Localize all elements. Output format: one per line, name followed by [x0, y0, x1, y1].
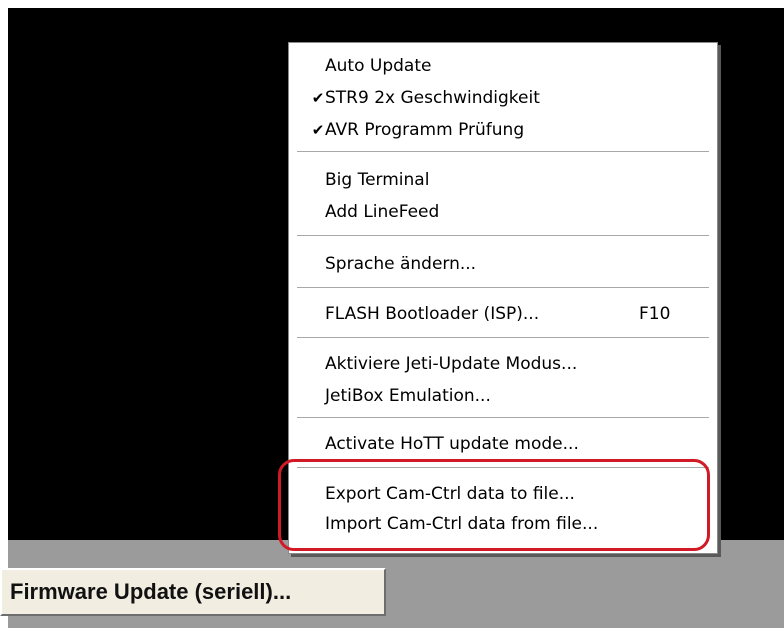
menu-item-jetibox-emulation[interactable]: JetiBox Emulation... — [289, 383, 717, 409]
menu-item-str9-speed[interactable]: ✔ STR9 2x Geschwindigkeit — [289, 85, 717, 111]
menu-item-jeti-update-mode[interactable]: Aktiviere Jeti-Update Modus... — [289, 351, 717, 377]
menu-item-label: Import Cam-Ctrl data from file... — [325, 514, 599, 534]
menu-item-big-terminal[interactable]: Big Terminal — [289, 167, 717, 193]
menu-item-avr-check[interactable]: ✔ AVR Programm Prüfung — [289, 117, 717, 143]
menu-item-label: Activate HoTT update mode... — [325, 434, 579, 454]
menu-separator — [297, 417, 709, 419]
menu-item-label: Aktiviere Jeti-Update Modus... — [325, 354, 578, 374]
menu-item-hott-update-mode[interactable]: Activate HoTT update mode... — [289, 431, 717, 457]
menu-item-label: Auto Update — [325, 56, 432, 76]
menu-separator — [297, 151, 709, 153]
menu-item-label: Add LineFeed — [325, 202, 440, 222]
menu-item-change-language[interactable]: Sprache ändern... — [289, 251, 717, 277]
menu-item-label: STR9 2x Geschwindigkeit — [325, 88, 540, 108]
checkmark-icon: ✔ — [311, 121, 325, 139]
menu-item-add-linefeed[interactable]: Add LineFeed — [289, 199, 717, 225]
menu-item-label: FLASH Bootloader (ISP)... — [325, 304, 540, 324]
menu-item-import-cam-ctrl[interactable]: Import Cam-Ctrl data from file... — [289, 511, 717, 537]
menu-item-label: Big Terminal — [325, 170, 430, 190]
menu-separator — [297, 467, 709, 469]
menu-separator — [297, 287, 709, 289]
menu-item-label: AVR Programm Prüfung — [325, 120, 525, 140]
menu-item-label: Sprache ändern... — [325, 254, 477, 274]
menu-item-auto-update[interactable]: Auto Update — [289, 53, 717, 79]
checkmark-icon: ✔ — [311, 89, 325, 107]
menu-separator — [297, 337, 709, 339]
menu-item-flash-bootloader[interactable]: FLASH Bootloader (ISP)... F10 — [289, 301, 717, 327]
menu-item-export-cam-ctrl[interactable]: Export Cam-Ctrl data to file... — [289, 481, 717, 507]
firmware-update-label: Firmware Update (seriell)... — [10, 579, 292, 604]
menu-item-label: JetiBox Emulation... — [325, 386, 491, 406]
menu-item-shortcut: F10 — [639, 304, 671, 324]
menu-item-label: Export Cam-Ctrl data to file... — [325, 484, 575, 504]
context-menu: Auto Update ✔ STR9 2x Geschwindigkeit ✔ … — [288, 42, 718, 554]
menu-separator — [297, 235, 709, 237]
firmware-update-button[interactable]: Firmware Update (seriell)... — [0, 568, 386, 616]
